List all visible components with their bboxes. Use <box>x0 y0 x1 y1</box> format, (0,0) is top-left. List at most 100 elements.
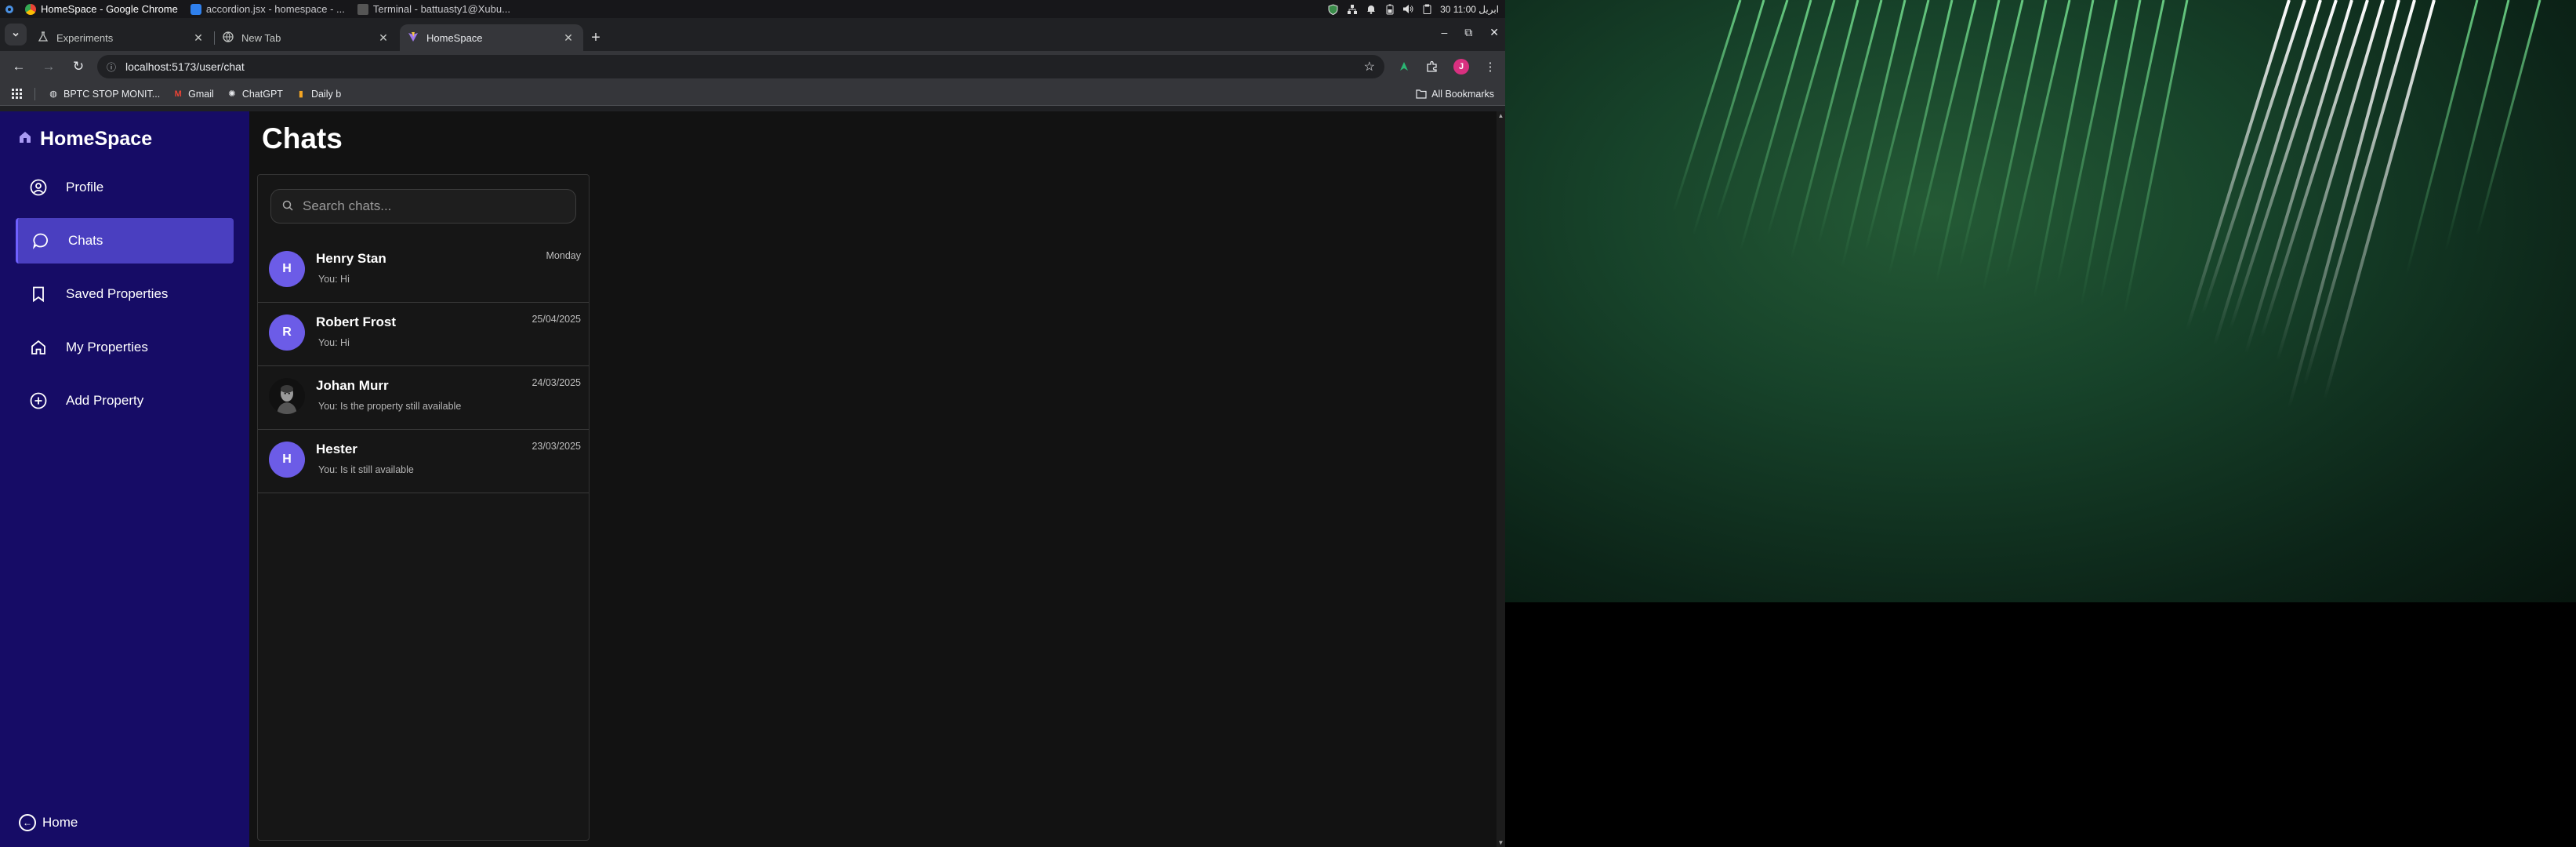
sidebar-item-label: Saved Properties <box>66 286 169 301</box>
forward-button[interactable]: → <box>38 56 60 78</box>
bookmark-star-icon[interactable]: ☆ <box>1364 59 1375 75</box>
chat-last-message: You: Hi <box>318 337 350 348</box>
tab-new-tab[interactable]: New Tab ✕ <box>215 24 398 51</box>
app-menu-icon[interactable] <box>0 0 19 18</box>
sidebar-item-saved-properties[interactable]: Saved Properties <box>16 271 234 317</box>
clock[interactable]: 30 ابريل 11:00 <box>1440 4 1499 15</box>
home-link[interactable]: ← Home <box>19 814 78 831</box>
bookmarks-bar: ◍ BPTC STOP MONIT... M Gmail ✺ ChatGPT ▮… <box>0 82 1505 106</box>
scroll-down-icon[interactable]: ▼ <box>1497 838 1505 847</box>
tab-close-icon[interactable]: ✕ <box>191 31 205 45</box>
profile-avatar[interactable]: J <box>1453 59 1469 75</box>
bookmark-icon <box>28 284 49 304</box>
desktop-empty-area <box>1505 602 2576 847</box>
os-taskbar: HomeSpace - Google Chrome accordion.jsx … <box>0 0 1505 18</box>
taskbar-item-chrome[interactable]: HomeSpace - Google Chrome <box>19 0 184 18</box>
daily-icon: ▮ <box>298 89 303 99</box>
bookmark-label: Gmail <box>188 88 214 100</box>
chat-list-item[interactable]: H Hester You: Is it still available 23/0… <box>258 430 589 493</box>
sidebar-nav: Profile Chats Saved Properties My Proper… <box>16 165 234 424</box>
brand-name: HomeSpace <box>40 127 153 150</box>
minimize-icon[interactable]: – <box>1441 26 1447 39</box>
chat-list-item[interactable]: R Robert Frost You: Hi 25/04/2025 <box>258 303 589 366</box>
page-scrollbar[interactable]: ▲ ▼ <box>1497 111 1505 847</box>
url-text[interactable]: localhost:5173/user/chat <box>125 60 1355 73</box>
sidebar-item-my-properties[interactable]: My Properties <box>16 325 234 370</box>
close-window-icon[interactable]: ✕ <box>1489 26 1499 39</box>
new-tab-button[interactable]: + <box>585 24 607 51</box>
chat-list-item[interactable]: Johan Murr You: Is the property still av… <box>258 366 589 430</box>
puzzle-icon[interactable] <box>1425 60 1439 74</box>
taskbar-item-label: accordion.jsx - homespace - ... <box>205 3 345 15</box>
sidebar-item-chats[interactable]: Chats <box>16 218 234 264</box>
user-circle-icon <box>28 177 49 198</box>
tab-search-button[interactable] <box>5 24 27 45</box>
sidebar-item-profile[interactable]: Profile <box>16 165 234 210</box>
clipboard-icon[interactable] <box>1421 3 1433 15</box>
battery-icon[interactable] <box>1384 3 1395 15</box>
chat-date: 25/04/2025 <box>532 314 581 325</box>
tab-homespace[interactable]: HomeSpace ✕ <box>400 24 583 51</box>
globe-icon: ◍ <box>49 89 57 99</box>
site-info-icon[interactable]: ⓘ <box>107 60 116 74</box>
network-icon[interactable] <box>1346 3 1358 15</box>
address-bar[interactable]: ⓘ localhost:5173/user/chat ☆ <box>97 55 1384 78</box>
kebab-menu-icon[interactable]: ⋮ <box>1483 60 1497 74</box>
terminal-icon <box>357 3 368 15</box>
bell-icon[interactable] <box>1365 3 1377 15</box>
chevron-down-icon <box>13 32 19 37</box>
sidebar-item-label: Chats <box>68 233 103 248</box>
page-viewport: HomeSpace Profile Chats Saved Properties… <box>0 111 1505 847</box>
all-bookmarks-label: All Bookmarks <box>1431 88 1494 100</box>
bookmark-item[interactable]: M Gmail <box>172 89 214 100</box>
chat-list-item[interactable]: H Henry Stan You: Hi Monday <box>258 239 589 303</box>
tab-title: Experiments <box>56 31 114 44</box>
bookmark-label: Daily b <box>310 88 342 100</box>
tab-experiments[interactable]: Experiments ✕ <box>30 24 215 51</box>
avatar-photo <box>269 378 305 414</box>
brand[interactable]: HomeSpace <box>16 111 234 166</box>
search-icon <box>282 200 293 213</box>
back-button[interactable]: ← <box>8 56 30 78</box>
chat-last-message: You: Hi <box>318 274 350 285</box>
volume-icon[interactable] <box>1402 3 1414 15</box>
window-controls: – ⧉ ✕ <box>1441 26 1499 39</box>
scroll-up-icon[interactable]: ▲ <box>1497 111 1505 120</box>
taskbar-item-terminal[interactable]: Terminal - battuasty1@Xubu... <box>351 0 517 18</box>
bookmark-item[interactable]: ◍ BPTC STOP MONIT... <box>48 89 160 100</box>
chat-bubble-icon <box>31 231 51 251</box>
bookmark-item[interactable]: ▮ Daily b <box>296 89 341 100</box>
chat-list: H Henry Stan You: Hi Monday R Robert Fro… <box>258 239 589 493</box>
app-sidebar: HomeSpace Profile Chats Saved Properties… <box>0 111 249 847</box>
chat-list-panel: H Henry Stan You: Hi Monday R Robert Fro… <box>257 174 590 841</box>
taskbar-item-vscode[interactable]: accordion.jsx - homespace - ... <box>184 0 351 18</box>
folder-icon <box>1416 89 1427 100</box>
bookmark-label: BPTC STOP MONIT... <box>63 88 161 100</box>
bookmark-item[interactable]: ✺ ChatGPT <box>227 89 283 100</box>
taskbar-item-label: Terminal - battuasty1@Xubu... <box>372 3 510 15</box>
bookmarks-divider <box>34 87 35 100</box>
house-logo-icon <box>18 130 32 148</box>
chat-last-message: You: Is the property still available <box>318 401 462 412</box>
tab-close-icon[interactable]: ✕ <box>561 31 575 45</box>
chat-last-message: You: Is it still available <box>318 464 414 475</box>
search-input[interactable] <box>303 198 564 214</box>
chat-date: Monday <box>546 250 581 261</box>
bookmark-label: ChatGPT <box>241 88 283 100</box>
reload-button[interactable]: ↻ <box>67 56 89 78</box>
chat-search <box>270 189 576 224</box>
browser-toolbar: ← → ↻ ⓘ localhost:5173/user/chat ☆ J ⋮ <box>0 51 1505 82</box>
tab-close-icon[interactable]: ✕ <box>376 31 390 45</box>
extension-icon[interactable] <box>1397 60 1411 74</box>
sidebar-item-label: Add Property <box>66 393 144 408</box>
shield-icon[interactable] <box>1327 3 1339 15</box>
flask-icon <box>38 31 49 45</box>
sidebar-item-label: Profile <box>66 180 104 194</box>
sidebar-item-add-property[interactable]: Add Property <box>16 378 234 424</box>
restore-icon[interactable]: ⧉ <box>1464 26 1472 39</box>
vite-icon <box>408 31 419 45</box>
avatar: R <box>269 314 305 351</box>
apps-grid-icon[interactable] <box>11 89 22 100</box>
desktop-wallpaper <box>1505 0 2576 602</box>
all-bookmarks-button[interactable]: All Bookmarks <box>1416 89 1494 100</box>
